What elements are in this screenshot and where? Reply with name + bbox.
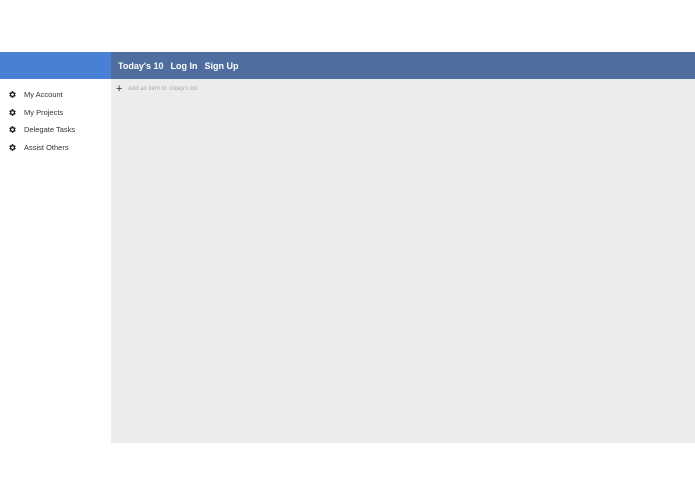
brand-bar — [0, 52, 111, 79]
gear-icon — [8, 108, 17, 117]
plus-icon[interactable]: + — [116, 84, 124, 95]
sidebar-item-label: Delegate Tasks — [24, 125, 76, 135]
sidebar-item-my-projects[interactable]: My Projects — [0, 104, 111, 122]
app: Today's 10 Log In Sign Up My Account My … — [0, 52, 695, 443]
sidebar-item-label: Assist Others — [24, 142, 69, 152]
sidebar-item-label: My Account — [24, 90, 63, 100]
nav-log-in-link[interactable]: Log In — [171, 61, 198, 71]
main-content: + — [111, 79, 695, 443]
add-item-input[interactable] — [128, 84, 328, 94]
gear-icon — [8, 125, 17, 134]
sidebar-item-delegate-tasks[interactable]: Delegate Tasks — [0, 121, 111, 139]
sidebar-item-assist-others[interactable]: Assist Others — [0, 139, 111, 157]
nav-sign-up-link[interactable]: Sign Up — [205, 61, 239, 71]
nav-todays-10-link[interactable]: Today's 10 — [118, 61, 164, 71]
add-item-row: + — [116, 84, 328, 95]
gear-icon — [8, 90, 17, 99]
sidebar-item-label: My Projects — [24, 107, 64, 117]
sidebar: My Account My Projects Delegate Tasks As… — [0, 79, 111, 443]
gear-icon — [8, 143, 17, 152]
top-nav: Today's 10 Log In Sign Up — [111, 52, 695, 79]
sidebar-item-my-account[interactable]: My Account — [0, 86, 111, 104]
